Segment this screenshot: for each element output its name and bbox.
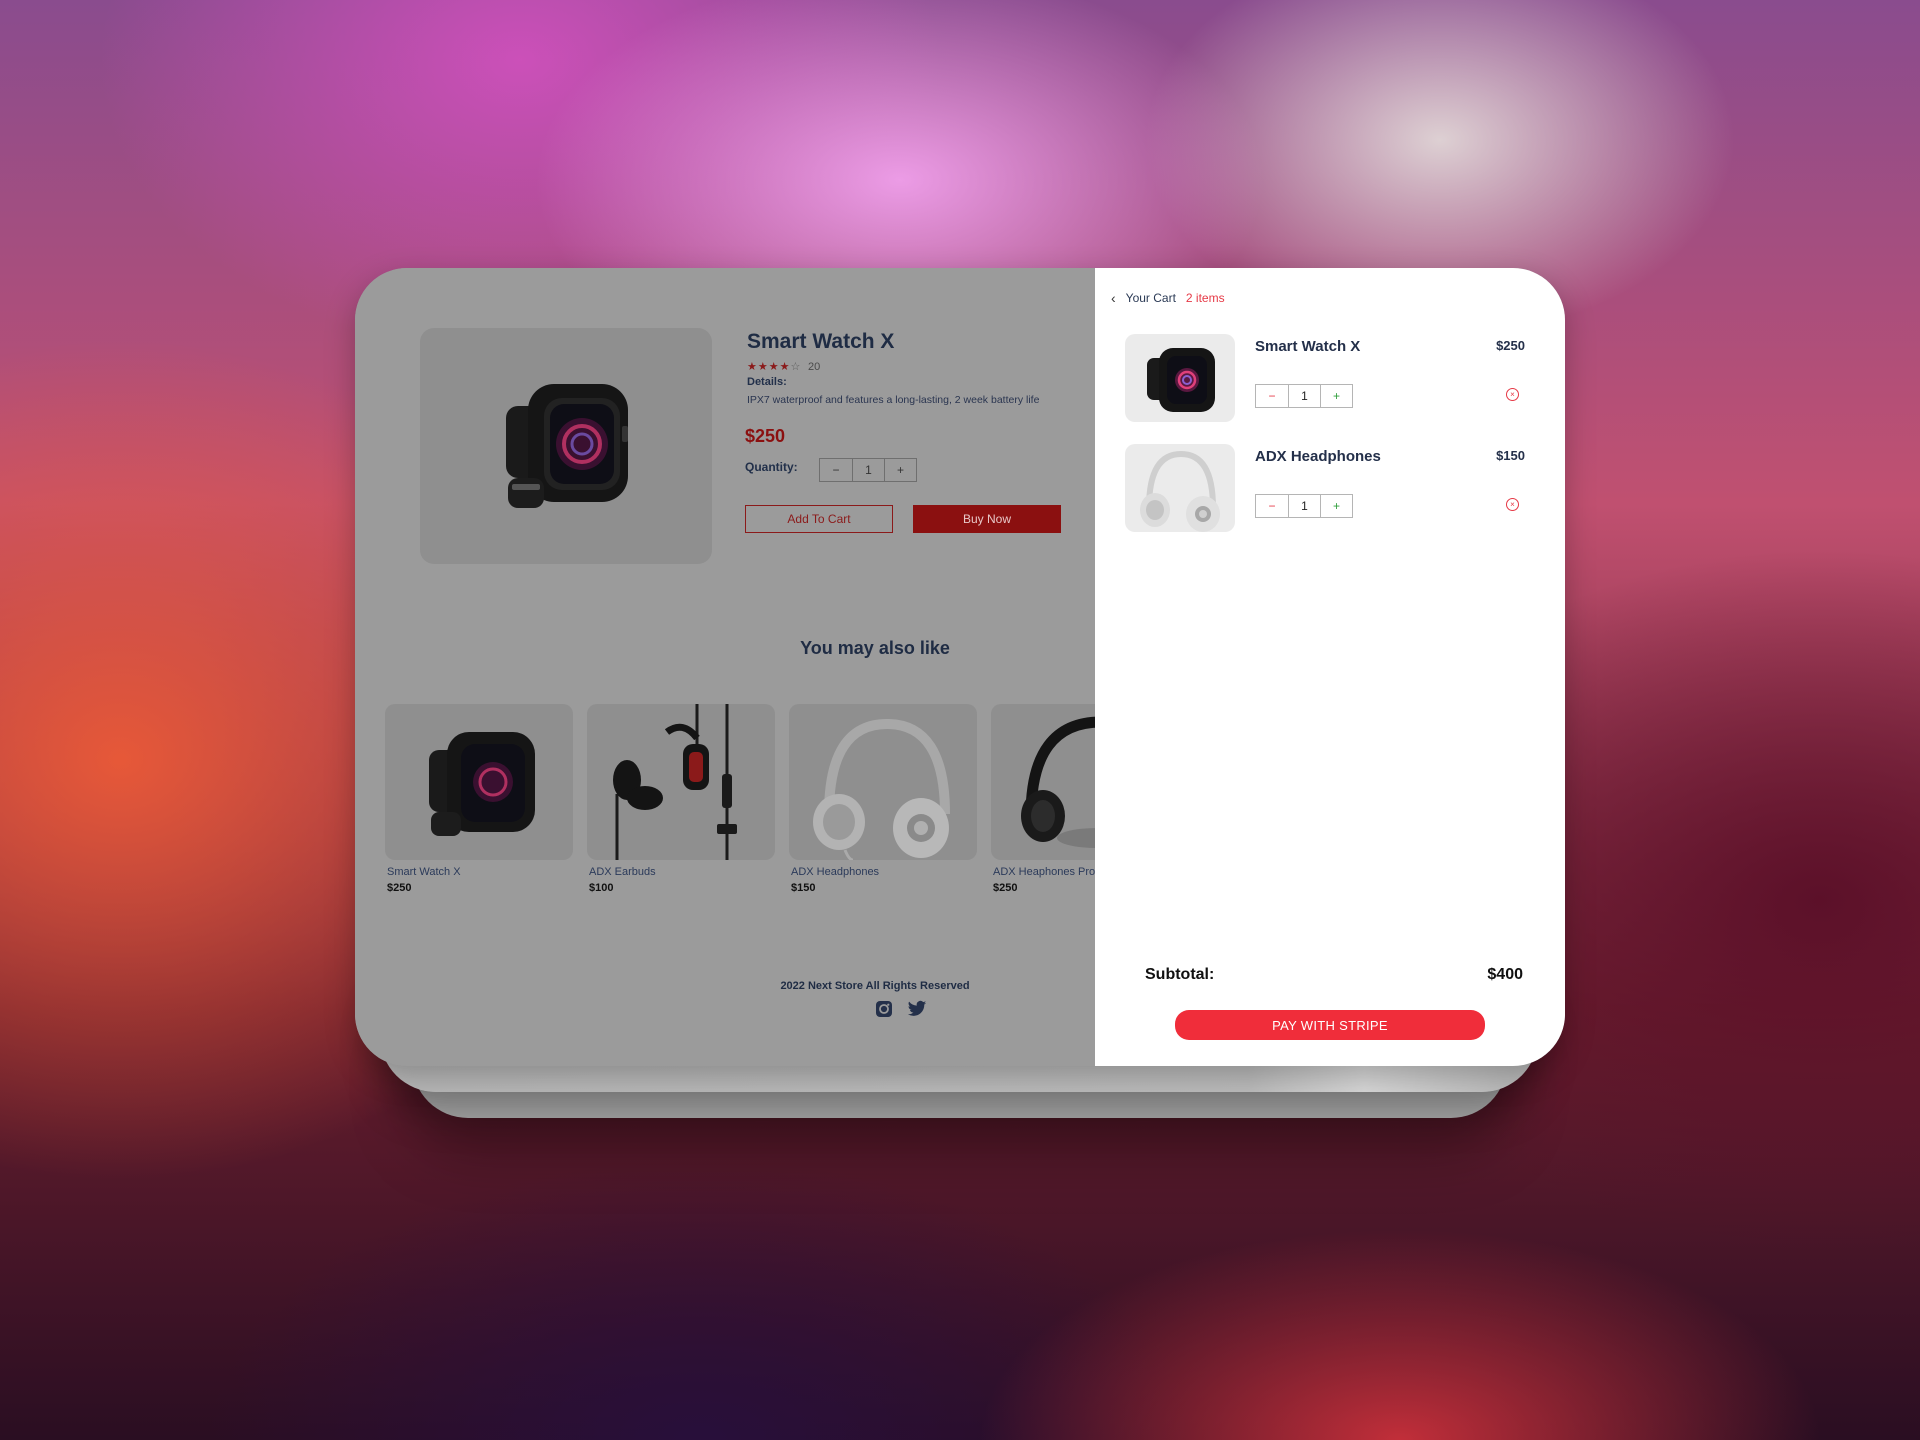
cart-item-price: $250 bbox=[1496, 338, 1525, 353]
quantity-value: 1 bbox=[852, 459, 884, 481]
cart-title: Your Cart bbox=[1125, 291, 1176, 305]
cart-panel: ‹ Your Cart 2 items Smart Watch X $250 −… bbox=[1095, 268, 1565, 1066]
decrease-quantity-button[interactable]: − bbox=[820, 459, 852, 481]
cart-item: Smart Watch X $250 − 1 + × bbox=[1125, 334, 1525, 424]
back-arrow-icon[interactable]: ‹ bbox=[1111, 290, 1116, 306]
smart-watch-image bbox=[429, 732, 535, 836]
product-thumbnail bbox=[385, 704, 573, 860]
increase-quantity-button[interactable]: + bbox=[1320, 385, 1352, 407]
cart-quantity-stepper: − 1 + bbox=[1255, 494, 1353, 518]
cart-item-count: 2 items bbox=[1185, 291, 1225, 305]
card-name: ADX Earbuds bbox=[589, 866, 656, 878]
details-label: Details: bbox=[747, 376, 787, 388]
twitter-icon[interactable] bbox=[907, 1000, 927, 1018]
rating-stars: ★★★★☆ bbox=[747, 360, 801, 373]
recommendation-card[interactable]: ADX Headphones $150 bbox=[789, 704, 979, 894]
card-price: $250 bbox=[387, 882, 412, 894]
instagram-icon[interactable] bbox=[875, 1000, 893, 1018]
cart-item-name: ADX Headphones bbox=[1255, 448, 1381, 465]
headphones-white-image bbox=[1140, 450, 1220, 532]
cart-item: ADX Headphones $150 − 1 + × bbox=[1125, 444, 1525, 534]
subtotal-value: $400 bbox=[1487, 966, 1523, 983]
cart-item-image bbox=[1125, 334, 1235, 422]
product-thumbnail bbox=[587, 704, 775, 860]
cart-item-name: Smart Watch X bbox=[1255, 338, 1361, 355]
buy-now-button[interactable]: Buy Now bbox=[913, 505, 1061, 533]
card-name: Smart Watch X bbox=[387, 866, 461, 878]
earbuds-image bbox=[613, 704, 737, 860]
subtotal-label: Subtotal: bbox=[1145, 966, 1215, 983]
cart-quantity-stepper: − 1 + bbox=[1255, 384, 1353, 408]
tablet-screen: Smart Watch X ★★★★☆ 20 Details: IPX7 wat… bbox=[355, 268, 1565, 1066]
product-page: Smart Watch X ★★★★☆ 20 Details: IPX7 wat… bbox=[355, 268, 1179, 1066]
add-to-cart-button[interactable]: Add To Cart bbox=[745, 505, 893, 533]
headphones-white-image bbox=[813, 718, 950, 860]
card-price: $150 bbox=[791, 882, 816, 894]
rating-stars-filled: ★★★★ bbox=[747, 361, 791, 373]
increase-quantity-button[interactable]: + bbox=[1320, 495, 1352, 517]
product-thumbnail bbox=[789, 704, 977, 860]
quantity-stepper: − 1 + bbox=[819, 458, 917, 482]
smart-watch-image bbox=[506, 384, 628, 508]
review-count: 20 bbox=[808, 361, 821, 373]
quantity-label: Quantity: bbox=[745, 460, 798, 474]
social-links bbox=[875, 1000, 927, 1018]
details-text: IPX7 waterproof and features a long-last… bbox=[747, 394, 1040, 406]
cart-item-price: $150 bbox=[1496, 448, 1525, 463]
product-title: Smart Watch X bbox=[747, 330, 895, 353]
product-image bbox=[420, 328, 712, 564]
increase-quantity-button[interactable]: + bbox=[884, 459, 916, 481]
remove-item-icon[interactable]: × bbox=[1506, 388, 1519, 401]
quantity-value: 1 bbox=[1288, 495, 1320, 517]
quantity-value: 1 bbox=[1288, 385, 1320, 407]
card-price: $100 bbox=[589, 882, 614, 894]
smart-watch-image bbox=[1147, 348, 1215, 412]
cart-header: ‹ Your Cart 2 items bbox=[1111, 290, 1225, 306]
pay-with-stripe-button[interactable]: PAY WITH STRIPE bbox=[1175, 1010, 1485, 1040]
product-price: $250 bbox=[745, 426, 786, 446]
cart-item-image bbox=[1125, 444, 1235, 532]
remove-item-icon[interactable]: × bbox=[1506, 498, 1519, 511]
decrease-quantity-button[interactable]: − bbox=[1256, 495, 1288, 517]
rating-stars-empty: ☆ bbox=[790, 361, 802, 373]
recommendation-card[interactable]: ADX Earbuds $100 bbox=[587, 704, 777, 894]
decrease-quantity-button[interactable]: − bbox=[1256, 385, 1288, 407]
card-name: ADX Headphones bbox=[791, 866, 880, 878]
recommendation-card[interactable]: Smart Watch X $250 bbox=[385, 704, 575, 894]
